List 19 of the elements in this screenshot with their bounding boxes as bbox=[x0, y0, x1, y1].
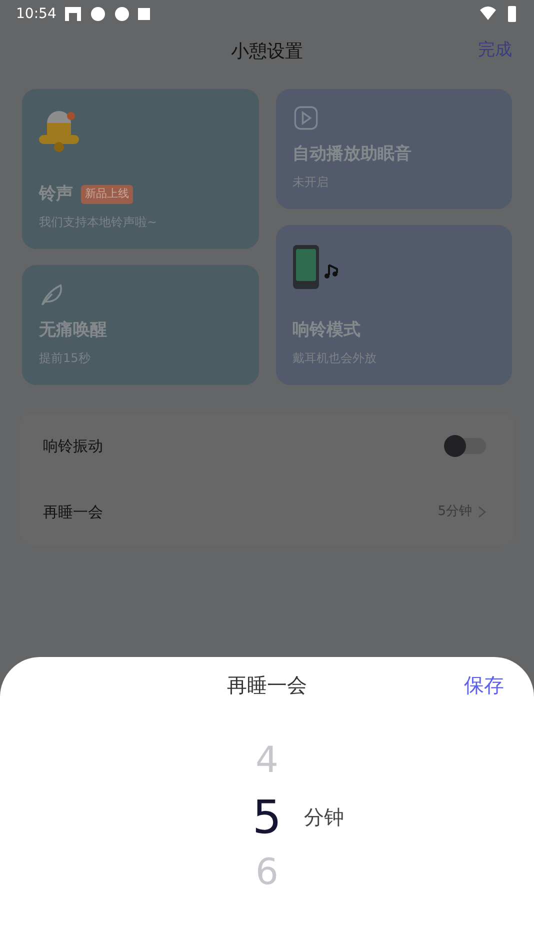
setting-label: 再睡一会 bbox=[43, 502, 103, 523]
app-notification-icon bbox=[64, 6, 82, 22]
chevron-right-icon bbox=[478, 506, 486, 518]
leaf-icon bbox=[39, 281, 65, 307]
play-icon bbox=[292, 105, 318, 131]
status-icons bbox=[480, 5, 518, 23]
bell-icon bbox=[39, 109, 81, 153]
status-time: 10:54 bbox=[16, 4, 56, 24]
card-title: 无痛唤醒 bbox=[39, 318, 107, 342]
sheet-title: 再睡一会 bbox=[227, 672, 307, 699]
setting-label: 响铃振动 bbox=[43, 436, 103, 457]
picker-option[interactable]: 4 bbox=[256, 733, 278, 789]
picker-option[interactable]: 6 bbox=[256, 845, 278, 901]
save-button[interactable]: 保存 bbox=[464, 670, 504, 700]
picker-option[interactable]: 5 bbox=[252, 789, 282, 845]
page-title: 小憩设置 bbox=[231, 40, 303, 64]
new-badge: 新品上线 bbox=[81, 185, 133, 204]
card-title: 铃声 bbox=[39, 182, 73, 206]
unit-label: 分钟 bbox=[304, 804, 344, 831]
